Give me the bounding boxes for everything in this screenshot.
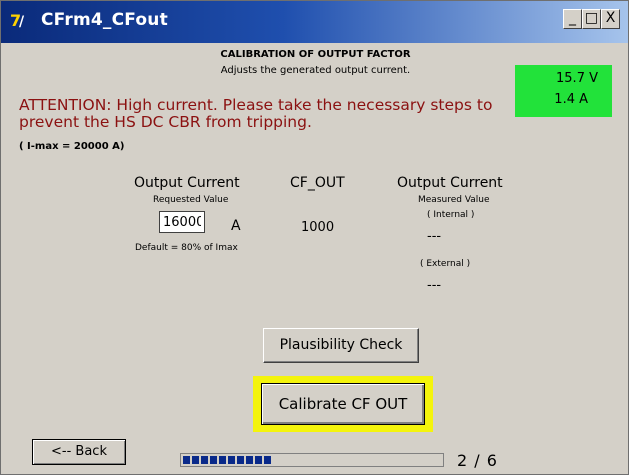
main-window: 7 / CFrm4_CFout _ □ X CALIBRATION OF OUT… bbox=[0, 0, 629, 475]
requested-subheading: Requested Value bbox=[153, 195, 229, 205]
progress-fill bbox=[183, 456, 273, 464]
current-readout: 1.4 A bbox=[554, 92, 588, 107]
plausibility-check-button[interactable]: Plausibility Check bbox=[263, 328, 419, 363]
window-title: CFrm4_CFout bbox=[41, 10, 168, 30]
voltage-readout: 15.7 V bbox=[556, 71, 598, 86]
svg-text:/: / bbox=[19, 14, 25, 30]
close-button[interactable]: X bbox=[601, 9, 620, 29]
minimize-button[interactable]: _ bbox=[563, 9, 582, 29]
external-label: ( External ) bbox=[420, 259, 471, 269]
calibrate-highlight: Calibrate CF OUT bbox=[253, 376, 433, 432]
external-value: --- bbox=[427, 278, 442, 293]
internal-value: --- bbox=[427, 229, 442, 244]
back-button[interactable]: <-- Back bbox=[32, 439, 126, 465]
title-bar[interactable]: 7 / CFrm4_CFout _ □ X bbox=[1, 1, 628, 43]
requested-heading: Output Current bbox=[134, 175, 240, 191]
requested-unit: A bbox=[231, 218, 241, 234]
attention-warning: ATTENTION: High current. Please take the… bbox=[19, 96, 493, 131]
requested-current-input[interactable] bbox=[159, 211, 205, 233]
internal-label: ( Internal ) bbox=[427, 210, 475, 220]
cf-out-value: 1000 bbox=[301, 220, 335, 235]
cf-out-heading: CF_OUT bbox=[290, 175, 345, 191]
page-title: CALIBRATION OF OUTPUT FACTOR bbox=[220, 49, 411, 60]
imax-note: ( I-max = 20000 A) bbox=[19, 141, 125, 152]
measured-subheading: Measured Value bbox=[418, 195, 490, 205]
step-progress-bar bbox=[180, 453, 444, 467]
default-note: Default = 80% of Imax bbox=[135, 243, 238, 253]
status-readout: 15.7 V 1.4 A bbox=[515, 65, 612, 117]
maximize-button[interactable]: □ bbox=[582, 9, 601, 29]
app-icon: 7 / bbox=[10, 11, 25, 30]
measured-heading: Output Current bbox=[397, 175, 503, 191]
calibrate-cf-out-button[interactable]: Calibrate CF OUT bbox=[261, 383, 425, 425]
step-counter: 2 / 6 bbox=[457, 451, 498, 470]
